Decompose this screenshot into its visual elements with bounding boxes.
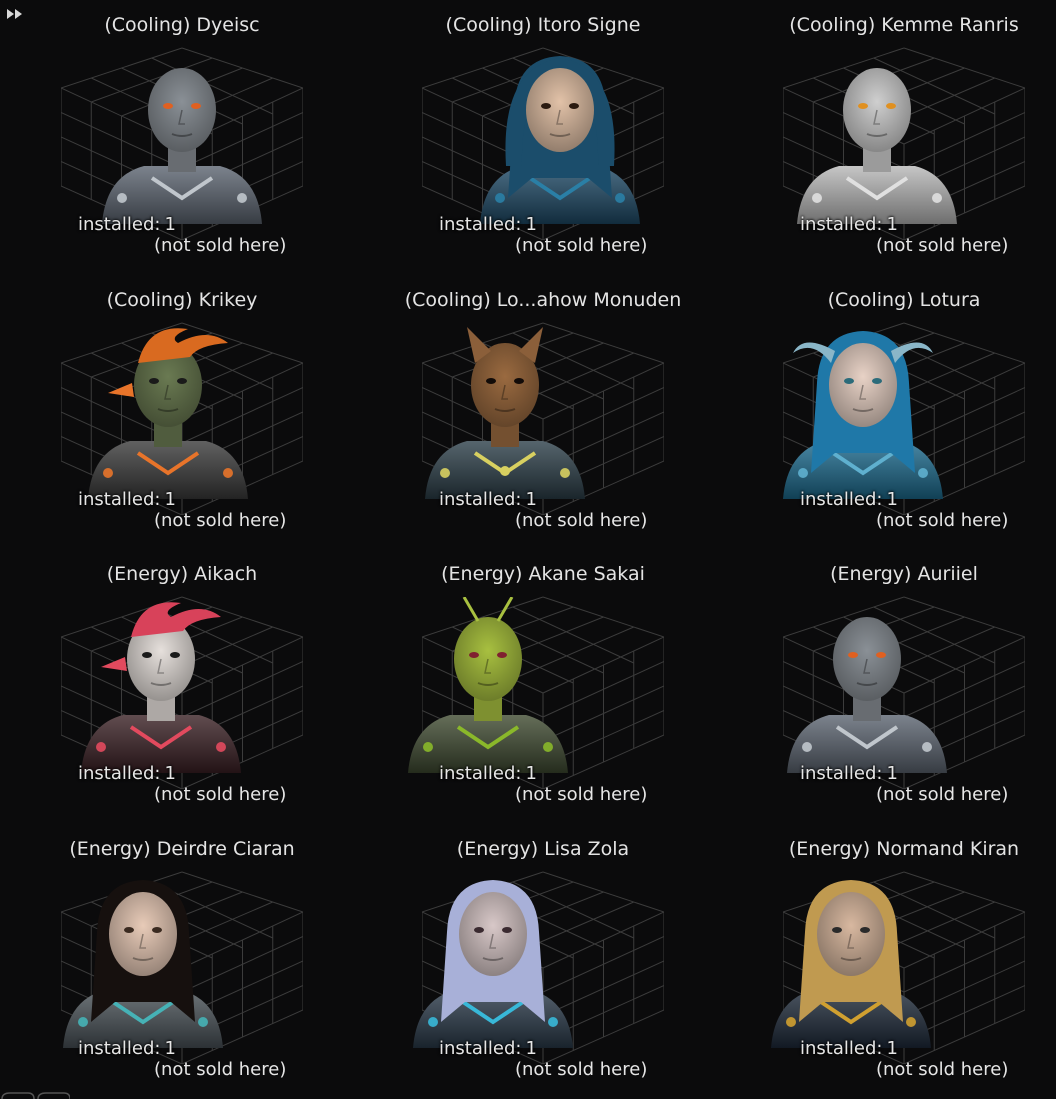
installed-label: installed: [78, 214, 161, 235]
silver-haired-woman-portrait [413, 880, 573, 1048]
character-name: (Energy) Normand Kiran [788, 838, 1020, 860]
character-name: (Cooling) Dyeisc [104, 14, 260, 36]
crew-selection-screen: (Cooling) Dyeisc installed: 1 (not sold he… [0, 0, 1056, 1099]
dark-haired-woman-portrait [63, 880, 223, 1048]
availability-note: (not sold here) [876, 784, 1009, 805]
installed-label: installed: [78, 489, 161, 510]
availability-note: (not sold here) [515, 1059, 648, 1080]
corner-decoration [1, 1092, 70, 1099]
character-card[interactable]: (Cooling) Dyeisc installed: 1 (not sold he… [1, 0, 363, 274]
installed-value: 1 [886, 489, 898, 510]
installed-label: installed: [78, 1038, 161, 1059]
character-card[interactable]: (Cooling) Lo...ahow Monuden installed: 1(… [362, 275, 724, 549]
hooded-woman-portrait [480, 56, 640, 224]
character-card[interactable]: (Energy) Aikach installed: 1 (not sold her… [1, 549, 363, 823]
availability-note: (not sold here) [876, 1059, 1009, 1080]
availability-note: (not sold here) [154, 784, 287, 805]
installed-label: installed: [439, 763, 522, 784]
installed-value: 1 [164, 1038, 176, 1059]
character-name: (Energy) Aikach [106, 563, 258, 585]
character-grid: (Cooling) Dyeisc installed: 1 (not sold he… [0, 0, 1056, 1099]
character-card[interactable]: (Energy) Akane Sakai installed: 1 (not sol… [362, 549, 724, 823]
character-card[interactable]: (Energy) Lisa Zola installed: 1 (not sold … [362, 824, 724, 1098]
availability-note: (not sold here) [515, 510, 648, 531]
character-card[interactable]: (Cooling) Lotura installed: 1 (not sold he… [723, 275, 1056, 549]
character-card[interactable]: (Cooling) Krikey installed: 1 (not sold he… [1, 275, 363, 549]
character-card[interactable]: (Cooling) Itoro Signe installed: 1 (not so… [362, 0, 724, 274]
availability-note: (not sold here) [515, 235, 648, 256]
character-card[interactable]: (Energy) Normand Kiran installed: 1 (not s… [723, 824, 1056, 1098]
availability-note: (not sold here) [876, 235, 1009, 256]
installed-value: 1 [886, 214, 898, 235]
installed-label: installed: [800, 489, 883, 510]
red-crested-bird-portrait [81, 602, 241, 773]
installed-value: 1 [164, 763, 176, 784]
installed-value: 1 [886, 1038, 898, 1059]
installed-label: installed: [800, 1038, 883, 1059]
installed-label: installed: [800, 214, 883, 235]
character-name: (Energy) Auriiel [830, 563, 978, 585]
grey-brute-portrait [102, 68, 262, 224]
character-name: (Cooling) Kemme Ranris [789, 14, 1019, 36]
installed-value: 1 [525, 1038, 537, 1059]
character-card[interactable]: (Cooling) Kemme Ranris installed: 1 (not s… [723, 0, 1056, 274]
character-card[interactable]: (Energy) Deirdre Ciaran installed: 1 (not … [1, 824, 363, 1098]
installed-value: 1 [164, 214, 176, 235]
installed-label: installed: [439, 214, 522, 235]
availability-note: (not sold here) [876, 510, 1009, 531]
availability-note: (not sold here) [515, 784, 648, 805]
character-name: (Energy) Deirdre Ciaran [69, 838, 295, 860]
installed-label: installed: [78, 763, 161, 784]
installed-label: installed: [439, 489, 522, 510]
character-name: (Cooling) Lo...ahow Monuden [404, 289, 682, 311]
installed-label: installed: [800, 763, 883, 784]
installed-value: 1 [525, 763, 537, 784]
availability-note: (not sold here) [154, 235, 287, 256]
white-reptilian-portrait [797, 68, 957, 224]
availability-note: (not sold here) [154, 510, 287, 531]
character-name: (Cooling) Lotura [827, 289, 981, 311]
installed-value: 1 [525, 214, 537, 235]
grey-brute-portrait [787, 617, 947, 773]
availability-note: (not sold here) [154, 1059, 287, 1080]
character-name: (Energy) Akane Sakai [441, 563, 645, 585]
character-name: (Cooling) Krikey [106, 289, 258, 311]
character-card[interactable]: (Energy) Auriiel installed: 1 (not sold he… [723, 549, 1056, 823]
young-man-portrait [771, 880, 931, 1048]
green-insectoid-portrait [408, 597, 568, 773]
crested-bird-portrait [88, 328, 248, 499]
character-name: (Energy) Lisa Zola [456, 838, 630, 860]
character-name: (Cooling) Itoro Signe [445, 14, 641, 36]
squirrel-portrait [425, 327, 585, 499]
installed-value: 1 [886, 763, 898, 784]
installed-value: 1 [164, 489, 176, 510]
installed-value: 1 [525, 489, 537, 510]
installed-label: installed: [439, 1038, 522, 1059]
blue-haired-horned-portrait [783, 331, 943, 499]
